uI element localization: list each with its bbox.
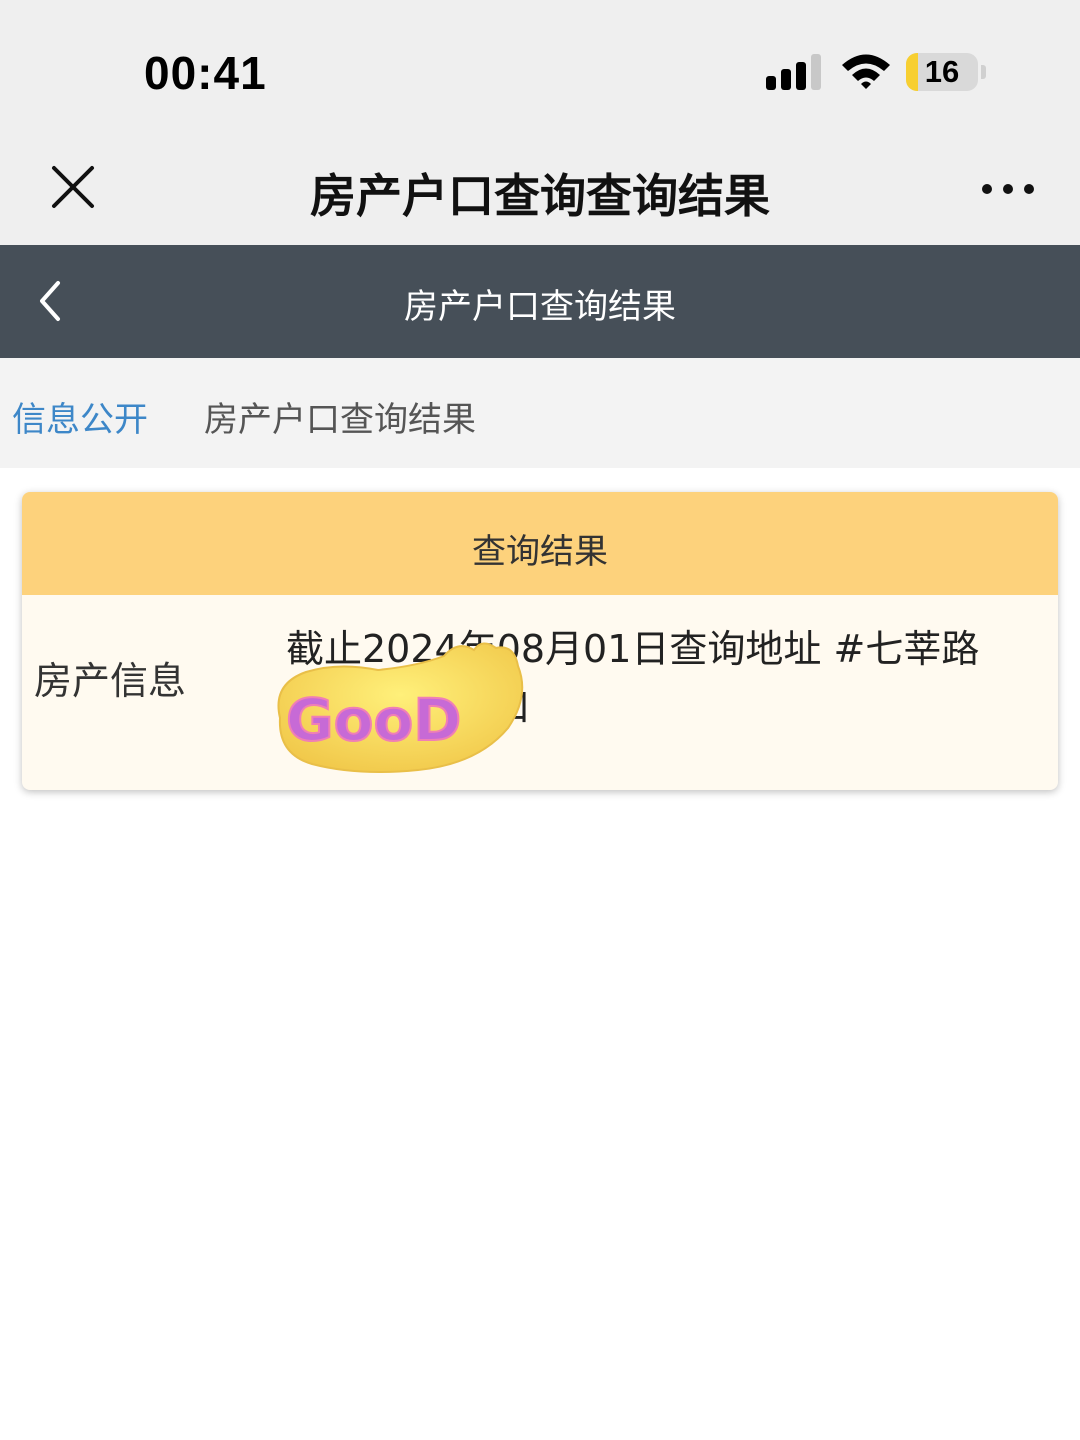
result-card-title: 查询结果: [472, 532, 608, 572]
result-card: 查询结果 房产信息 截止2024年08月01日查询地址 #七莘路 01室# 无户…: [22, 492, 1058, 790]
status-bar: 00:41 16: [0, 0, 1080, 140]
webview-nav-bar: 房产户口查询查询结果: [0, 140, 1080, 245]
battery-icon: 16: [906, 53, 978, 91]
breadcrumb-link-info-public[interactable]: 信息公开: [12, 392, 148, 441]
page-title: 房产户口查询结果: [404, 287, 676, 327]
breadcrumb: 信息公开 房产户口查询结果: [0, 358, 1080, 468]
status-time: 00:41: [144, 47, 267, 99]
good-sticker-icon: GooD: [277, 642, 524, 773]
result-card-header: 查询结果: [22, 492, 1058, 595]
more-options-icon[interactable]: [978, 174, 1038, 204]
close-icon[interactable]: [48, 162, 98, 212]
battery-nub: [981, 65, 986, 79]
cellular-signal-icon: [766, 54, 821, 90]
breadcrumb-current: 房产户口查询结果: [204, 400, 476, 440]
property-info-label: 房产信息: [34, 659, 187, 703]
webview-title: 房产户口查询查询结果: [310, 169, 770, 223]
wifi-icon: [842, 54, 890, 89]
page-header: 房产户口查询结果: [0, 245, 1080, 358]
sticker-letter-g: GooD: [286, 686, 461, 754]
battery-percent: 16: [924, 54, 960, 89]
